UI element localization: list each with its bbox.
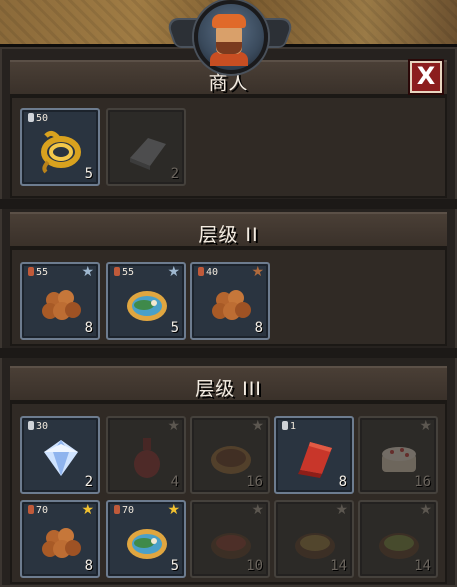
item-slot-nuts[interactable]: 70 ★ 8 bbox=[20, 500, 100, 578]
item-slot-fish-platter[interactable]: 70 ★ 5 bbox=[106, 500, 186, 578]
merchant-portrait bbox=[194, 0, 268, 74]
section-divider bbox=[0, 199, 457, 209]
star-icon: ★ bbox=[81, 264, 94, 280]
item-slot-nuts[interactable]: 40 ★ 8 bbox=[190, 262, 270, 340]
star-icon: ★ bbox=[251, 264, 264, 280]
price-label: 70 bbox=[28, 505, 48, 516]
item-slot-soup-bowl[interactable]: ★ 14 bbox=[274, 500, 354, 578]
tier3-header: 层级 III bbox=[10, 366, 447, 402]
quantity: 2 bbox=[170, 166, 179, 182]
quantity: 14 bbox=[330, 558, 347, 574]
quantity: 8 bbox=[254, 320, 263, 336]
star-icon: ★ bbox=[419, 502, 432, 518]
quantity: 2 bbox=[84, 474, 93, 490]
star-icon: ★ bbox=[167, 264, 180, 280]
section-divider bbox=[0, 348, 457, 358]
quantity: 5 bbox=[170, 320, 179, 336]
quantity: 4 bbox=[170, 474, 179, 490]
quantity: 16 bbox=[246, 474, 263, 490]
star-icon: ★ bbox=[419, 418, 432, 434]
tier3-items: 30 2 ★ 4 ★ 16 1 8 ★ 16 70 ★ 8 70 ★ 5 ★ 1… bbox=[10, 402, 447, 584]
quantity: 14 bbox=[414, 558, 431, 574]
item-slot-stew-bowl[interactable]: ★ 10 bbox=[190, 500, 270, 578]
tier2-items: 55 ★ 8 55 ★ 5 40 ★ 8 bbox=[10, 248, 447, 346]
price-label: 70 bbox=[114, 505, 134, 516]
star-icon: ★ bbox=[167, 418, 180, 434]
star-icon: ★ bbox=[251, 418, 264, 434]
red-cloth-icon bbox=[298, 442, 332, 478]
nuts-icon bbox=[42, 528, 81, 558]
price-label: 40 bbox=[198, 267, 218, 278]
item-slot-cake[interactable]: ★ 16 bbox=[358, 416, 438, 494]
price-label: 1 bbox=[282, 421, 296, 432]
item-slot-wine-bottle[interactable]: ★ 4 bbox=[106, 416, 186, 494]
star-icon: ★ bbox=[167, 502, 180, 518]
merchant-items: 50 5 2 bbox=[10, 96, 447, 198]
item-slot-pie[interactable]: ★ 16 bbox=[190, 416, 270, 494]
price-label: 50 bbox=[28, 113, 48, 124]
tier3-title: 层级 III bbox=[195, 378, 262, 400]
star-icon: ★ bbox=[335, 502, 348, 518]
tier2-title: 层级 II bbox=[198, 224, 259, 246]
fish-platter-icon bbox=[127, 529, 167, 559]
gold-rope-icon bbox=[41, 130, 81, 174]
nuts-icon bbox=[42, 290, 81, 320]
iron-ingot-icon bbox=[130, 138, 166, 170]
quantity: 8 bbox=[84, 558, 93, 574]
diamond-icon bbox=[44, 440, 78, 476]
nuts-icon bbox=[212, 290, 251, 320]
star-icon: ★ bbox=[81, 502, 94, 518]
item-slot-red-cloth[interactable]: 1 8 bbox=[274, 416, 354, 494]
fish-platter-icon bbox=[127, 291, 167, 321]
item-slot-nuts[interactable]: 55 ★ 8 bbox=[20, 262, 100, 340]
quantity: 8 bbox=[84, 320, 93, 336]
item-slot-diamond[interactable]: 30 2 bbox=[20, 416, 100, 494]
item-slot-gold-rope[interactable]: 50 5 bbox=[20, 108, 100, 186]
item-slot-fish-platter[interactable]: 55 ★ 5 bbox=[106, 262, 186, 340]
wine-bottle-icon bbox=[134, 438, 160, 478]
tier2-header: 层级 II bbox=[10, 212, 447, 248]
quantity: 5 bbox=[84, 166, 93, 182]
price-label: 30 bbox=[28, 421, 48, 432]
price-label: 55 bbox=[28, 267, 48, 278]
quantity: 5 bbox=[170, 558, 179, 574]
close-button[interactable]: X bbox=[410, 61, 442, 93]
price-label: 55 bbox=[114, 267, 134, 278]
quantity: 10 bbox=[246, 558, 263, 574]
star-icon: ★ bbox=[251, 502, 264, 518]
quantity: 8 bbox=[338, 474, 347, 490]
quantity: 16 bbox=[414, 474, 431, 490]
item-slot-soup-bowl[interactable]: ★ 14 bbox=[358, 500, 438, 578]
item-slot-iron-ingot[interactable]: 2 bbox=[106, 108, 186, 186]
